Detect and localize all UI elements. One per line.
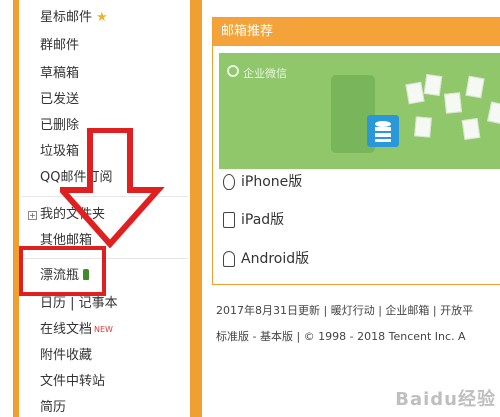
document-icon [443,92,463,114]
nav-item-label: 简历 [40,400,67,415]
basic-version-link[interactable]: 基本版 [260,330,293,343]
banner-title: 企业微信 [243,67,287,80]
document-icon [423,73,443,97]
enterprise-mail-link[interactable]: 企业邮箱 [385,304,429,317]
window-edge [0,0,12,417]
platform-link-ipad[interactable]: iPad版 [223,208,285,232]
down-arrow-annotation [60,128,165,248]
apple-icon [223,174,235,190]
wework-logo-icon [227,65,239,77]
nav-item-label: 群邮件 [40,38,80,53]
nav-item-label: 星标邮件 [40,10,93,25]
tablet-icon [223,212,235,228]
nav-item-label: 已发送 [40,92,80,107]
nav-item-label: 在线文档 [40,322,93,337]
open-platform-link[interactable]: 开放平 [440,304,473,317]
platform-link-iphone[interactable]: iPhone版 [223,170,303,194]
document-icon [405,81,425,105]
nav-item-label: 日历 | 记事本 [40,296,118,311]
nav-item-label: 草稿箱 [40,66,80,81]
platform-label: iPhone版 [241,174,303,190]
highlight-box [19,246,106,296]
footer-copyright: 标准版 - 基本版 | © 1998 - 2018 Tencent Inc. A [216,330,466,343]
nav-item-resume[interactable]: 简历 [40,396,66,417]
nav-item-file-transfer[interactable]: 文件中转站 [40,370,105,394]
standard-version-link[interactable]: 标准版 [216,330,249,343]
android-icon [223,251,235,267]
database-icon [367,115,399,147]
mail-recommend-panel: 邮箱推荐 企业微信 iPhone版 iPad版 Android版 [212,17,500,285]
nav-item-sent[interactable]: 已发送 [40,88,79,112]
document-icon [487,101,500,125]
warm-light-link[interactable]: 暖灯行动 [331,304,375,317]
platform-link-android[interactable]: Android版 [223,247,310,271]
nav-item-starred[interactable]: 星标邮件 ★ [40,6,108,30]
update-link[interactable]: 2017年8月31日更新 [216,304,320,317]
platform-label: iPad版 [241,212,285,228]
document-icon [465,75,485,99]
nav-item-label: 附件收藏 [40,348,93,363]
document-icon [414,116,432,138]
nav-item-group-mail[interactable]: 群邮件 [40,34,79,58]
copyright-text: © 1998 - 2018 Tencent Inc. A [303,330,466,343]
watermark-text: Baidu经验 [395,389,496,410]
nav-item-attachments[interactable]: 附件收藏 [40,344,92,368]
platform-label: Android版 [241,251,310,267]
nav-item-online-docs[interactable]: 在线文档 NEW [40,318,113,342]
content-divider-stripe [190,0,202,417]
left-border-stripe [13,0,19,417]
panel-title: 邮箱推荐 [213,18,500,46]
nav-item-drafts[interactable]: 草稿箱 [40,62,79,86]
expand-icon[interactable]: + [28,211,37,220]
document-icon [461,117,481,141]
wework-banner[interactable]: 企业微信 [219,53,500,169]
new-badge: NEW [94,325,113,334]
nav-item-label: 文件中转站 [40,374,106,389]
star-icon: ★ [96,10,108,25]
footer-links: 2017年8月31日更新 | 暖灯行动 | 企业邮箱 | 开放平 [216,304,474,317]
